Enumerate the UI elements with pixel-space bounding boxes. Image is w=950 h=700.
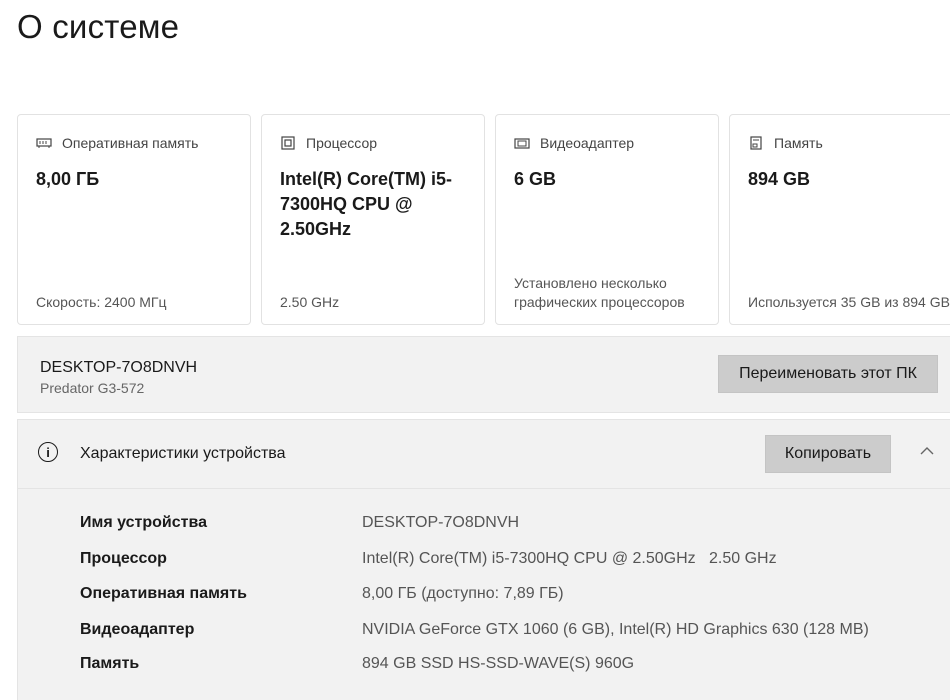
card-ram: Оперативная память 8,00 ГБ Скорость: 240… — [17, 114, 251, 325]
cpu-icon — [280, 136, 296, 150]
rename-pc-button[interactable]: Переименовать этот ПК — [718, 355, 938, 393]
spec-row-storage: Память 894 GB SSD HS-SSD-WAVE(S) 960G — [18, 655, 950, 689]
spec-key: Процессор — [80, 550, 167, 567]
specs-header[interactable]: i Характеристики устройства Копировать — [18, 420, 950, 489]
spec-value: 894 GB SSD HS-SSD-WAVE(S) 960G — [362, 655, 635, 672]
page-title: О системе — [17, 8, 180, 45]
device-name: DESKTOP-7O8DNVH — [40, 359, 198, 376]
card-label: Память — [774, 135, 823, 151]
ram-icon — [36, 136, 52, 150]
chevron-up-icon[interactable] — [918, 442, 936, 460]
card-header: Процессор — [280, 135, 377, 151]
card-value: 8,00 ГБ — [36, 169, 100, 189]
info-icon: i — [38, 442, 58, 462]
spec-value: NVIDIA GeForce GTX 1060 (6 GB), Intel(R)… — [362, 621, 869, 638]
spec-row-gpu: Видеоадаптер NVIDIA GeForce GTX 1060 (6 … — [18, 621, 950, 655]
card-header: Память — [748, 135, 823, 151]
spec-value: DESKTOP-7O8DNVH — [362, 514, 520, 531]
card-value: Intel(R) Core(TM) i5-7300HQ CPU @ 2.50GH… — [280, 169, 452, 239]
card-header: Видеоадаптер — [514, 135, 634, 151]
card-sub: 2.50 GHz — [280, 294, 340, 310]
card-gpu: Видеоадаптер 6 GB Установлено несколько … — [495, 114, 719, 325]
card-header: Оперативная память — [36, 135, 198, 151]
spec-key: Имя устройства — [80, 514, 207, 531]
device-model: Predator G3-572 — [40, 380, 145, 396]
spec-value: 8,00 ГБ (доступно: 7,89 ГБ) — [362, 585, 564, 602]
spec-row-ram: Оперативная память 8,00 ГБ (доступно: 7,… — [18, 585, 950, 619]
gpu-icon — [514, 136, 530, 150]
card-sub: Используется 35 GB из 894 GB — [748, 294, 950, 310]
card-cpu: Процессор Intel(R) Core(TM) i5-7300HQ CP… — [261, 114, 485, 325]
card-storage: Память 894 GB Используется 35 GB из 894 … — [729, 114, 950, 325]
storage-icon — [748, 136, 764, 150]
spec-key: Видеоадаптер — [80, 621, 195, 638]
card-label: Видеоадаптер — [540, 135, 635, 151]
card-value: 894 GB — [748, 169, 811, 189]
system-about-page: О системе Оперативная память 8,00 ГБ Ско… — [0, 0, 950, 700]
spec-row-device-name: Имя устройства DESKTOP-7O8DNVH — [18, 514, 950, 548]
card-label: Процессор — [306, 135, 378, 151]
spec-value: Intel(R) Core(TM) i5-7300HQ CPU @ 2.50GH… — [362, 550, 777, 567]
card-label: Оперативная память — [62, 135, 199, 151]
copy-button[interactable]: Копировать — [765, 435, 891, 473]
spec-key: Память — [80, 655, 140, 672]
spec-key: Оперативная память — [80, 585, 247, 602]
card-value: 6 GB — [514, 169, 557, 189]
card-sub: Скорость: 2400 МГц — [36, 294, 167, 310]
device-name-panel: DESKTOP-7O8DNVH Predator G3-572 Переимен… — [17, 336, 950, 413]
spec-row-processor: Процессор Intel(R) Core(TM) i5-7300HQ CP… — [18, 550, 950, 584]
specs-title: Характеристики устройства — [80, 445, 286, 462]
device-specifications-panel: i Характеристики устройства Копировать И… — [17, 419, 950, 700]
card-sub: Установлено несколько графических процес… — [514, 275, 685, 310]
